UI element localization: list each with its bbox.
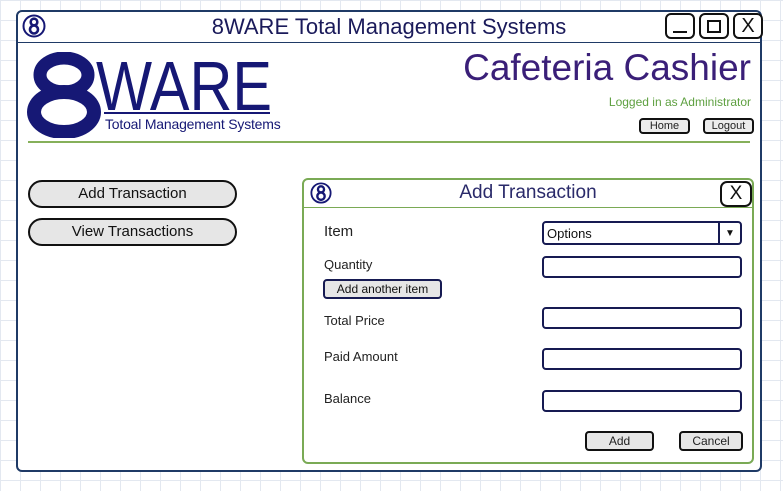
paid-amount-label: Paid Amount xyxy=(324,349,398,364)
dropdown-arrow-icon[interactable]: ▼ xyxy=(718,223,740,243)
add-another-item-button[interactable]: Add another item xyxy=(323,279,442,299)
minimize-button[interactable] xyxy=(665,13,695,39)
home-button[interactable]: Home xyxy=(639,118,690,134)
balance-field[interactable] xyxy=(542,390,742,412)
dialog-close-button[interactable]: X xyxy=(720,181,752,207)
quantity-field[interactable] xyxy=(542,256,742,278)
logout-button[interactable]: Logout xyxy=(703,118,754,134)
brand-logo-word: WARE xyxy=(96,52,272,125)
window-close-button[interactable]: X xyxy=(733,13,763,39)
minimize-icon xyxy=(673,31,687,33)
window-title: 8WARE Total Management Systems xyxy=(211,14,567,39)
dialog-title-bar: Add Transaction X xyxy=(304,180,752,208)
paid-amount-field[interactable] xyxy=(542,348,742,370)
item-select[interactable]: Options ▼ xyxy=(542,221,742,245)
quantity-label: Quantity xyxy=(324,257,373,272)
app-window: 8WARE Total Management Systems X WARE To… xyxy=(16,10,763,472)
view-transactions-nav-button[interactable]: View Transactions xyxy=(28,218,237,246)
item-label: Item xyxy=(324,223,354,240)
total-price-field[interactable] xyxy=(542,307,742,329)
item-select-value: Options xyxy=(547,226,592,241)
balance-label: Balance xyxy=(324,391,371,406)
page-title: Cafeteria Cashier xyxy=(463,47,751,88)
total-price-label: Total Price xyxy=(324,313,385,328)
add-transaction-dialog: Add Transaction X Item Options ▼ Quantit… xyxy=(302,178,754,464)
add-button[interactable]: Add xyxy=(585,431,654,451)
maximize-icon xyxy=(707,19,721,33)
maximize-button[interactable] xyxy=(699,13,729,39)
logged-in-status: Logged in as Administrator xyxy=(608,95,751,109)
header-divider xyxy=(28,141,750,143)
title-bar: 8WARE Total Management Systems X xyxy=(18,12,763,43)
dialog-title: Add Transaction xyxy=(459,182,597,203)
add-transaction-nav-button[interactable]: Add Transaction xyxy=(28,180,237,208)
brand-tagline: Totoal Management Systems xyxy=(105,116,281,132)
cancel-button[interactable]: Cancel xyxy=(679,431,743,451)
brand-logo-eight xyxy=(27,52,101,138)
